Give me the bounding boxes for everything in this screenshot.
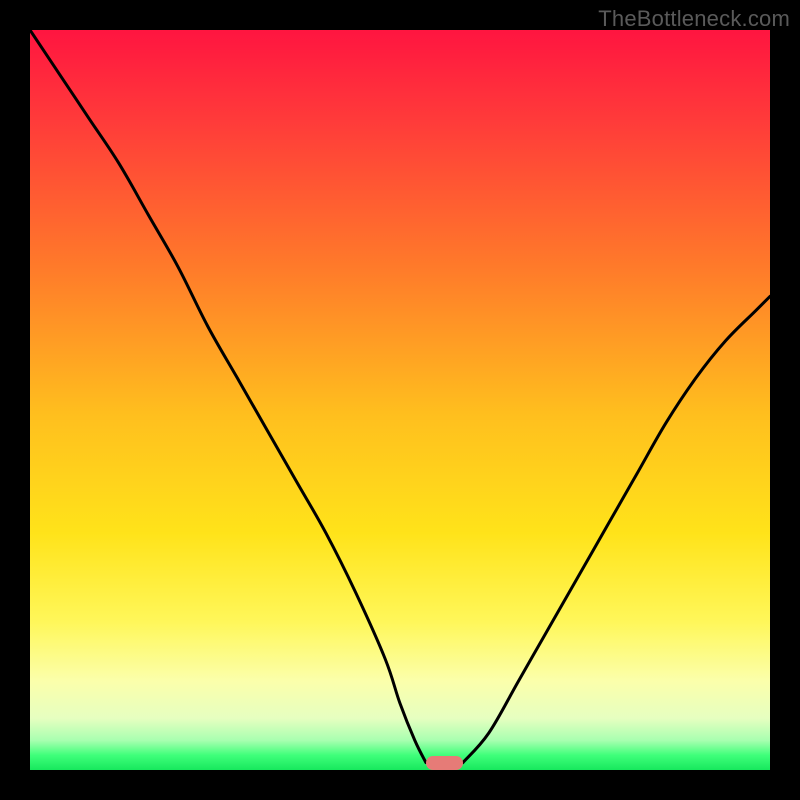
- plot-frame: [30, 30, 770, 770]
- bottleneck-curve: [30, 30, 770, 770]
- curve-right-branch: [463, 296, 770, 762]
- optimal-marker: [426, 756, 463, 770]
- curve-left-branch: [30, 30, 426, 763]
- watermark-text: TheBottleneck.com: [598, 6, 790, 32]
